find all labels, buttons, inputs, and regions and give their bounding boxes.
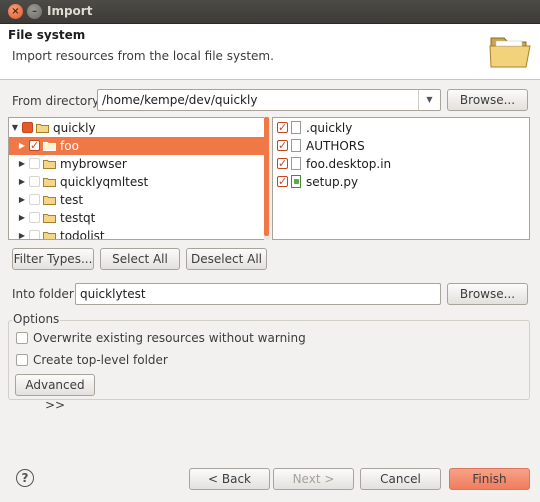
filter-types-button[interactable]: Filter Types... <box>12 248 94 270</box>
collapsed-arrow-icon[interactable]: ▶ <box>17 137 27 155</box>
folder-icon <box>43 160 56 169</box>
help-icon[interactable]: ? <box>16 469 34 487</box>
collapsed-arrow-icon[interactable]: ▶ <box>17 227 27 239</box>
collapsed-arrow-icon[interactable]: ▶ <box>17 209 27 227</box>
folder-icon <box>43 178 56 187</box>
deselect-all-button[interactable]: Deselect All <box>186 248 267 270</box>
open-folder-icon <box>489 37 531 68</box>
into-folder-label: Into folder: <box>12 287 78 301</box>
folder-icon <box>43 196 56 205</box>
expanded-arrow-icon[interactable]: ▼ <box>10 119 20 137</box>
overwrite-checkbox[interactable] <box>16 332 28 344</box>
text-file-icon <box>291 121 301 134</box>
from-directory-combo[interactable]: /home/kempe/dev/quickly ▼ <box>97 89 441 111</box>
finish-button[interactable]: Finish <box>449 468 530 490</box>
tree-item-quicklyqmltest[interactable]: ▶ quicklyqmltest <box>9 173 267 191</box>
wizard-header: File system Import resources from the lo… <box>0 24 540 80</box>
tree-checkbox[interactable] <box>29 176 40 187</box>
minimize-window-button[interactable]: – <box>27 4 42 19</box>
text-file-icon <box>291 157 301 170</box>
from-directory-browse-button[interactable]: Browse... <box>447 89 528 111</box>
file-item-label: setup.py <box>306 175 359 189</box>
into-folder-value: quicklytest <box>80 287 146 301</box>
folder-icon <box>43 232 56 239</box>
tree-scrollbar-thumb[interactable] <box>264 117 269 236</box>
file-item-label: .quickly <box>306 121 353 135</box>
file-item-label: AUTHORS <box>306 139 365 153</box>
collapsed-arrow-icon[interactable]: ▶ <box>17 191 27 209</box>
collapsed-arrow-icon[interactable]: ▶ <box>17 155 27 173</box>
close-window-button[interactable]: × <box>8 4 23 19</box>
file-checkbox[interactable] <box>277 137 288 155</box>
tree-item-foo[interactable]: ▶ foo <box>9 137 267 155</box>
file-checkbox[interactable] <box>277 173 288 191</box>
tree-checkbox[interactable] <box>22 122 33 133</box>
file-item-label: foo.desktop.in <box>306 157 392 171</box>
tree-item-label: mybrowser <box>60 157 127 171</box>
from-directory-label: From directory: <box>12 94 103 108</box>
file-item[interactable]: foo.desktop.in <box>273 155 529 173</box>
advanced-button[interactable]: Advanced >> <box>15 374 95 412</box>
options-group-title: Options <box>12 312 61 326</box>
tree-checkbox[interactable] <box>29 194 40 205</box>
collapsed-arrow-icon[interactable]: ▶ <box>17 173 27 191</box>
window-title: Import <box>47 4 93 18</box>
next-button: Next > <box>273 468 354 490</box>
tree-item-testqt[interactable]: ▶ testqt <box>9 209 267 227</box>
file-checkbox[interactable] <box>277 155 288 173</box>
tree-item-quickly[interactable]: ▼ quickly <box>9 119 267 137</box>
cancel-button[interactable]: Cancel <box>360 468 441 490</box>
file-list[interactable]: .quickly AUTHORS foo.desktop.in setup.py <box>272 117 530 240</box>
folder-icon <box>43 142 56 151</box>
tree-item-label: quickly <box>53 121 96 135</box>
text-file-icon <box>291 139 301 152</box>
file-item[interactable]: .quickly <box>273 119 529 137</box>
tree-checkbox[interactable] <box>29 158 40 169</box>
create-top-level-label[interactable]: Create top-level folder <box>33 353 168 367</box>
tree-item-todolist[interactable]: ▶ todolist <box>9 227 267 240</box>
folder-tree[interactable]: ▼ quickly ▶ foo ▶ mybrowser ▶ quicklyqml… <box>8 117 270 240</box>
create-top-level-checkbox[interactable] <box>16 354 28 366</box>
tree-item-label: todolist <box>60 229 105 240</box>
back-button[interactable]: < Back <box>189 468 270 490</box>
tree-item-label: testqt <box>60 211 96 225</box>
file-checkbox[interactable] <box>277 119 288 137</box>
chevron-down-icon[interactable]: ▼ <box>418 90 440 110</box>
tree-checkbox[interactable] <box>29 137 40 155</box>
window-title-bar: × – Import <box>0 0 540 24</box>
into-folder-input[interactable]: quicklytest <box>75 283 441 305</box>
select-all-button[interactable]: Select All <box>100 248 180 270</box>
tree-checkbox[interactable] <box>29 212 40 223</box>
page-description: Import resources from the local file sys… <box>12 49 274 63</box>
tree-item-mybrowser[interactable]: ▶ mybrowser <box>9 155 267 173</box>
folder-icon <box>43 214 56 223</box>
overwrite-label[interactable]: Overwrite existing resources without war… <box>33 331 306 345</box>
file-item[interactable]: setup.py <box>273 173 529 191</box>
file-item[interactable]: AUTHORS <box>273 137 529 155</box>
tree-item-label: test <box>60 193 84 207</box>
tree-item-label: quicklyqmltest <box>60 175 149 189</box>
tree-checkbox[interactable] <box>29 230 40 239</box>
python-file-icon <box>291 175 301 188</box>
into-folder-browse-button[interactable]: Browse... <box>447 283 528 305</box>
tree-item-test[interactable]: ▶ test <box>9 191 267 209</box>
from-directory-value: /home/kempe/dev/quickly <box>102 93 258 107</box>
folder-icon <box>36 124 49 133</box>
tree-item-label: foo <box>60 139 79 153</box>
page-title: File system <box>8 28 86 42</box>
